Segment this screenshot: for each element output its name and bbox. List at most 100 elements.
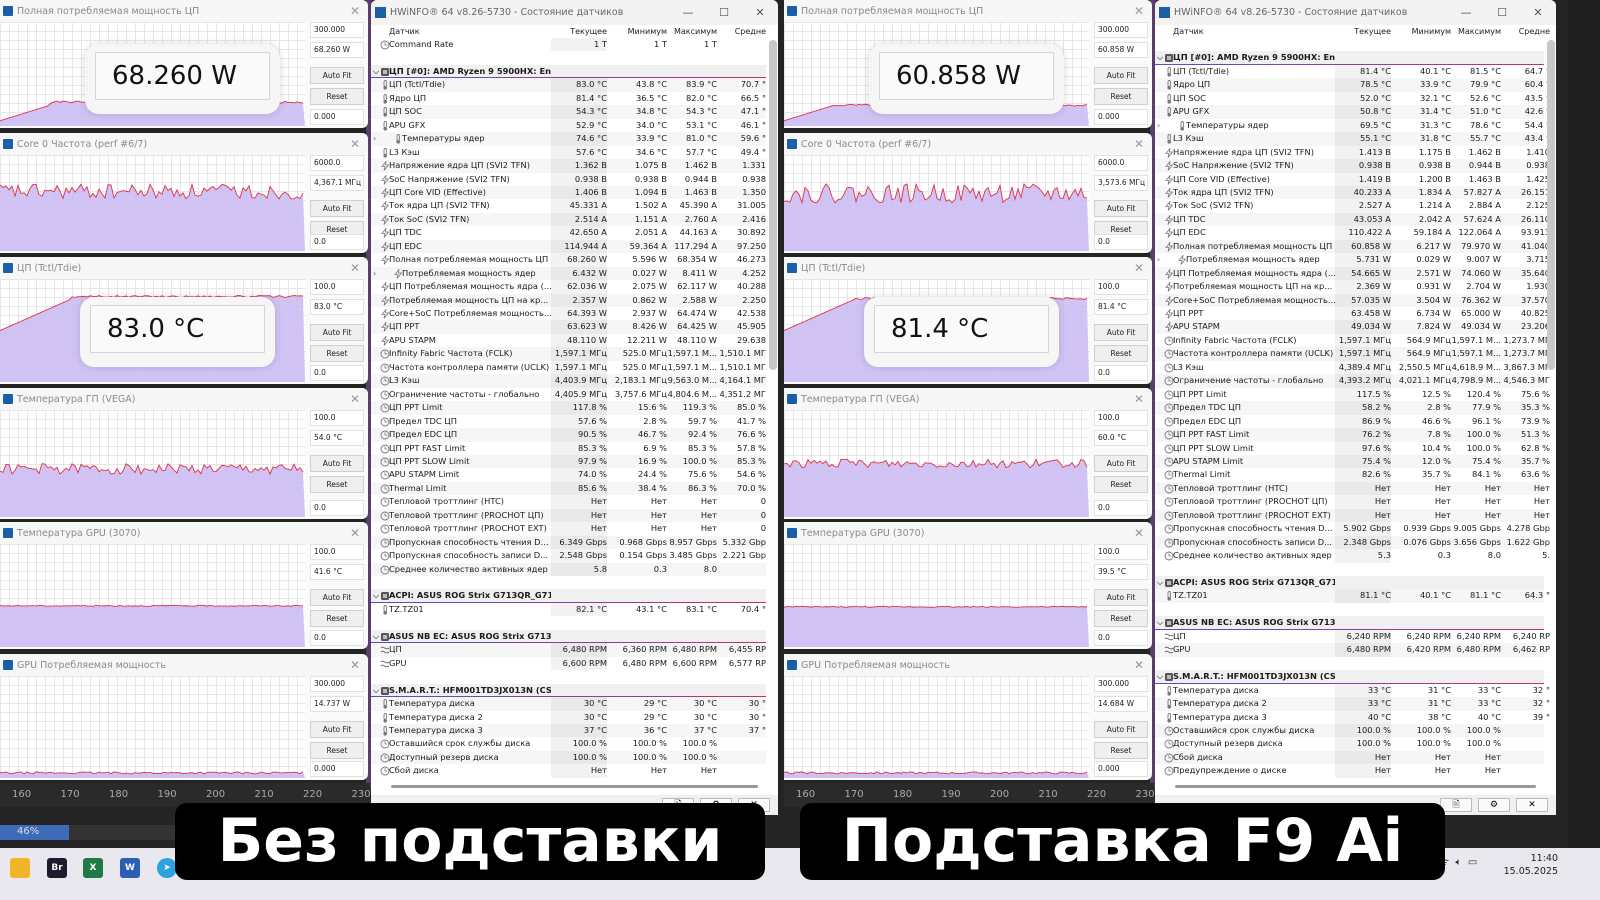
sensor-row[interactable]: GPU 6,600 RPM 6,480 RPM 6,600 RPM 6,577 RP bbox=[371, 656, 766, 671]
sensor-row[interactable]: Полная потребляемая мощность ЦП 68.260 W 5… bbox=[371, 253, 766, 267]
graph-title-bar[interactable]: ЦП (Tctl/Tdie) bbox=[784, 257, 1152, 279]
sensor-row[interactable]: Среднее количество активных ядер 5.3 0.3 8.… bbox=[1155, 549, 1550, 563]
column-header-2[interactable]: Минимум bbox=[607, 25, 667, 38]
sensor-group-header[interactable]: ⌵ ЦП [#0]: AMD Ryzen 9 5900HX: Enhanced bbox=[371, 64, 766, 79]
sensor-row[interactable]: › Потребляемая мощность ядер 6.432 W 0.027 … bbox=[371, 266, 766, 281]
sensor-row[interactable]: Thermal Limit 85.6 % 38.4 % 86.3 % 70.0 % bbox=[371, 481, 766, 496]
sensor-row[interactable]: Core+SoC Потребляемая мощность... 64.393 … bbox=[371, 307, 766, 321]
sensor-row[interactable]: Ток ядра ЦП (SVI2 TFN) 45.331 A 1.502 A 45.… bbox=[371, 199, 766, 213]
expand-chevron-icon[interactable]: › bbox=[373, 267, 376, 281]
sensor-row[interactable]: Температура диска 3 37 °C 36 °C 37 °C 37 ° bbox=[371, 723, 766, 738]
vertical-scrollbar[interactable] bbox=[1547, 40, 1555, 370]
sensor-row[interactable]: ЦП 6,240 RPM 6,240 RPM 6,240 RPM 6,240 RP bbox=[1155, 629, 1550, 644]
expand-chevron-icon[interactable]: › bbox=[1157, 119, 1160, 133]
sensor-row[interactable]: Оставшийся срок службы диска 100.0 % 100.0… bbox=[371, 737, 766, 751]
reset-button[interactable]: Reset bbox=[310, 742, 364, 759]
telegram-icon[interactable]: ➤ bbox=[157, 858, 177, 878]
sensor-row[interactable]: Тепловой троттлинг (PROCHOT EXT) Нет Нет Не… bbox=[371, 522, 766, 536]
sensor-row[interactable]: Ядро ЦП 78.5 °C 33.9 °C 79.9 °C 60.4 ° bbox=[1155, 78, 1550, 92]
graph-title-bar[interactable]: ЦП (Tctl/Tdie) bbox=[0, 257, 368, 279]
collapse-chevron-icon[interactable]: ⌵ bbox=[1157, 616, 1163, 630]
minimize-button[interactable]: — bbox=[1448, 0, 1484, 25]
sensor-row[interactable]: Infinity Fabric Частота (FCLK) 1,597.1 МГ… bbox=[371, 347, 766, 361]
column-header-4[interactable]: Средне bbox=[717, 25, 766, 38]
settings-button[interactable]: ⚙ bbox=[1478, 798, 1510, 812]
graph-title-bar[interactable]: GPU Потребляемая мощность bbox=[0, 654, 368, 676]
sensor-group-header[interactable]: ⌵ S.M.A.R.T.: HFM001TD3JX013N (CS09T00031… bbox=[371, 683, 766, 698]
maximize-button[interactable]: ☐ bbox=[706, 0, 742, 25]
sensor-row[interactable]: ЦП PPT 63.623 W 8.426 W 64.425 W 45.905 bbox=[371, 320, 766, 334]
close-icon[interactable]: ✕ bbox=[1134, 137, 1144, 151]
sensor-row[interactable]: Пропускная способность записи D... 2.348 … bbox=[1155, 535, 1550, 550]
reset-button[interactable]: Reset bbox=[1094, 345, 1148, 362]
sensor-row[interactable]: ЦП PPT FAST Limit 85.3 % 6.9 % 85.3 % 57.8 % bbox=[371, 441, 766, 455]
sensor-row[interactable]: Предел TDC ЦП 57.6 % 2.8 % 59.7 % 41.7 % bbox=[371, 414, 766, 429]
collapse-chevron-icon[interactable]: ⌵ bbox=[373, 684, 379, 698]
graph-title-bar[interactable]: Температура GPU (3070) bbox=[784, 522, 1152, 544]
sensor-row[interactable]: ЦП Core VID (Effective) 1.419 В 1.200 В 1.4… bbox=[1155, 172, 1550, 186]
auto-fit-button[interactable]: Auto Fit bbox=[310, 324, 364, 341]
sensor-row[interactable]: Сбой диска Нет Нет Нет bbox=[1155, 750, 1544, 765]
expand-chevron-icon[interactable]: › bbox=[1157, 253, 1160, 267]
graph-title-bar[interactable]: Core 0 Частота (perf #6/7) bbox=[784, 133, 1152, 155]
collapse-chevron-icon[interactable]: ⌵ bbox=[1157, 576, 1163, 590]
sensor-row[interactable]: Тепловой троттлинг (HTC) Нет Нет Нет 0 bbox=[371, 495, 766, 509]
sensor-row[interactable]: Температура диска 33 °C 31 °C 33 °C 32 ° bbox=[1155, 683, 1550, 698]
auto-fit-button[interactable]: Auto Fit bbox=[310, 67, 364, 84]
sensor-row[interactable]: Потребляемая мощность ЦП на кр... 2.357 W… bbox=[371, 293, 766, 308]
sensor-row[interactable]: ЦП EDC 114.944 A 59.364 A 117.294 A 97.250 bbox=[371, 239, 766, 254]
close-button[interactable]: ✕ bbox=[1520, 0, 1556, 25]
sensor-row[interactable]: Ток SoC (SVI2 TFN) 2.527 A 1.214 A 2.884 A 2… bbox=[1155, 199, 1550, 213]
graph-title-bar[interactable]: Температура ГП (VEGA) bbox=[0, 388, 368, 410]
minimize-button[interactable]: — bbox=[670, 0, 706, 25]
sensor-row[interactable]: Infinity Fabric Частота (FCLK) 1,597.1 МГ… bbox=[1155, 333, 1550, 348]
graph-title-bar[interactable]: Температура GPU (3070) bbox=[0, 522, 368, 544]
sensor-group-header[interactable]: ⌵ S.M.A.R.T.: HFM001TD3JX013N (CS09T00031… bbox=[1155, 670, 1544, 684]
column-header-0[interactable]: Датчик bbox=[1173, 25, 1335, 38]
graph-title-bar[interactable]: Температура ГП (VEGA) bbox=[784, 388, 1152, 410]
sensor-row[interactable]: ЦП (Tctl/Tdie) 83.0 °C 43.8 °C 83.9 °C 70.7 … bbox=[371, 78, 766, 92]
sensor-row[interactable]: ЦП (Tctl/Tdie) 81.4 °C 40.1 °C 81.5 °C 64.7 … bbox=[1155, 64, 1550, 79]
close-icon[interactable]: ✕ bbox=[350, 4, 360, 18]
sensor-row[interactable]: ЦП PPT SLOW Limit 97.6 % 10.4 % 100.0 % 62.8… bbox=[1155, 441, 1550, 455]
close-icon[interactable]: ✕ bbox=[350, 392, 360, 406]
sensor-row[interactable]: ЦП TDC 42.650 A 2.051 A 44.163 A 30.892 bbox=[371, 226, 766, 240]
report-button[interactable]: 🗎︎ bbox=[1440, 798, 1472, 812]
reset-button[interactable]: Reset bbox=[310, 88, 364, 105]
auto-fit-button[interactable]: Auto Fit bbox=[310, 455, 364, 472]
sensor-row[interactable]: Температура диска 2 33 °C 31 °C 33 °C 32 ° bbox=[1155, 697, 1550, 711]
file-explorer-icon[interactable] bbox=[10, 858, 30, 878]
reset-button[interactable]: Reset bbox=[1094, 88, 1148, 105]
horizontal-scrollbar[interactable] bbox=[391, 785, 758, 788]
excel-icon[interactable]: X bbox=[83, 858, 103, 878]
sensor-row[interactable]: APU STAPM Limit 75.4 % 12.0 % 75.4 % 35.7 % bbox=[1155, 454, 1550, 469]
sensor-row[interactable]: Пропускная способность чтения D... 5.902 … bbox=[1155, 522, 1550, 536]
sensor-group-header[interactable]: ⌵ ASUS NB EC: ASUS ROG Strix G713QR_G713Q… bbox=[1155, 616, 1544, 630]
sensor-row[interactable]: Напряжение ядра ЦП (SVI2 TFN) 1.413 В 1.17… bbox=[1155, 145, 1550, 160]
reset-button[interactable]: Reset bbox=[1094, 742, 1148, 759]
collapse-chevron-icon[interactable]: ⌵ bbox=[373, 65, 379, 79]
sensor-row[interactable]: ЦП PPT Limit 117.8 % 15.6 % 119.3 % 85.0 % bbox=[371, 401, 766, 415]
reset-button[interactable]: Reset bbox=[1094, 476, 1148, 493]
auto-fit-button[interactable]: Auto Fit bbox=[1094, 721, 1148, 738]
close-icon[interactable]: ✕ bbox=[1134, 658, 1144, 672]
close-icon[interactable]: ✕ bbox=[350, 658, 360, 672]
sensor-row[interactable]: Среднее количество активных ядер 5.8 0.3 8.… bbox=[371, 562, 766, 577]
horizontal-scrollbar[interactable] bbox=[1175, 785, 1536, 788]
auto-fit-button[interactable]: Auto Fit bbox=[1094, 324, 1148, 341]
auto-fit-button[interactable]: Auto Fit bbox=[1094, 455, 1148, 472]
sensor-row[interactable]: ЦП SOC 52.0 °C 32.1 °C 52.6 °C 43.5 ° bbox=[1155, 91, 1550, 106]
sensor-group-header[interactable]: ⌵ ACPI: ASUS ROG Strix G713QR_G713QR bbox=[371, 589, 766, 603]
close-button[interactable]: ✕ bbox=[742, 0, 778, 25]
auto-fit-button[interactable]: Auto Fit bbox=[1094, 589, 1148, 606]
auto-fit-button[interactable]: Auto Fit bbox=[310, 589, 364, 606]
sensor-row[interactable]: Частота контроллера памяти (UCLK) 1,597.1… bbox=[371, 360, 766, 375]
auto-fit-button[interactable]: Auto Fit bbox=[310, 721, 364, 738]
close-icon[interactable]: ✕ bbox=[1134, 526, 1144, 540]
sensor-row[interactable]: Thermal Limit 82.6 % 35.7 % 84.1 % 63.6 % bbox=[1155, 468, 1550, 482]
sensor-row[interactable]: ЦП Core VID (Effective) 1.406 В 1.094 В 1.4… bbox=[371, 185, 766, 200]
sensor-row[interactable]: Полная потребляемая мощность ЦП 60.858 W 6… bbox=[1155, 239, 1550, 254]
sensor-row[interactable]: Тепловой троттлинг (HTC) Нет Нет Нет Нет bbox=[1155, 481, 1550, 496]
sensor-row[interactable]: ЦП EDC 110.422 A 59.184 A 122.064 A 93.913 bbox=[1155, 226, 1550, 240]
sensor-row[interactable]: SoC Напряжение (SVI2 TFN) 0.938 В 0.938 В 0… bbox=[1155, 159, 1550, 173]
